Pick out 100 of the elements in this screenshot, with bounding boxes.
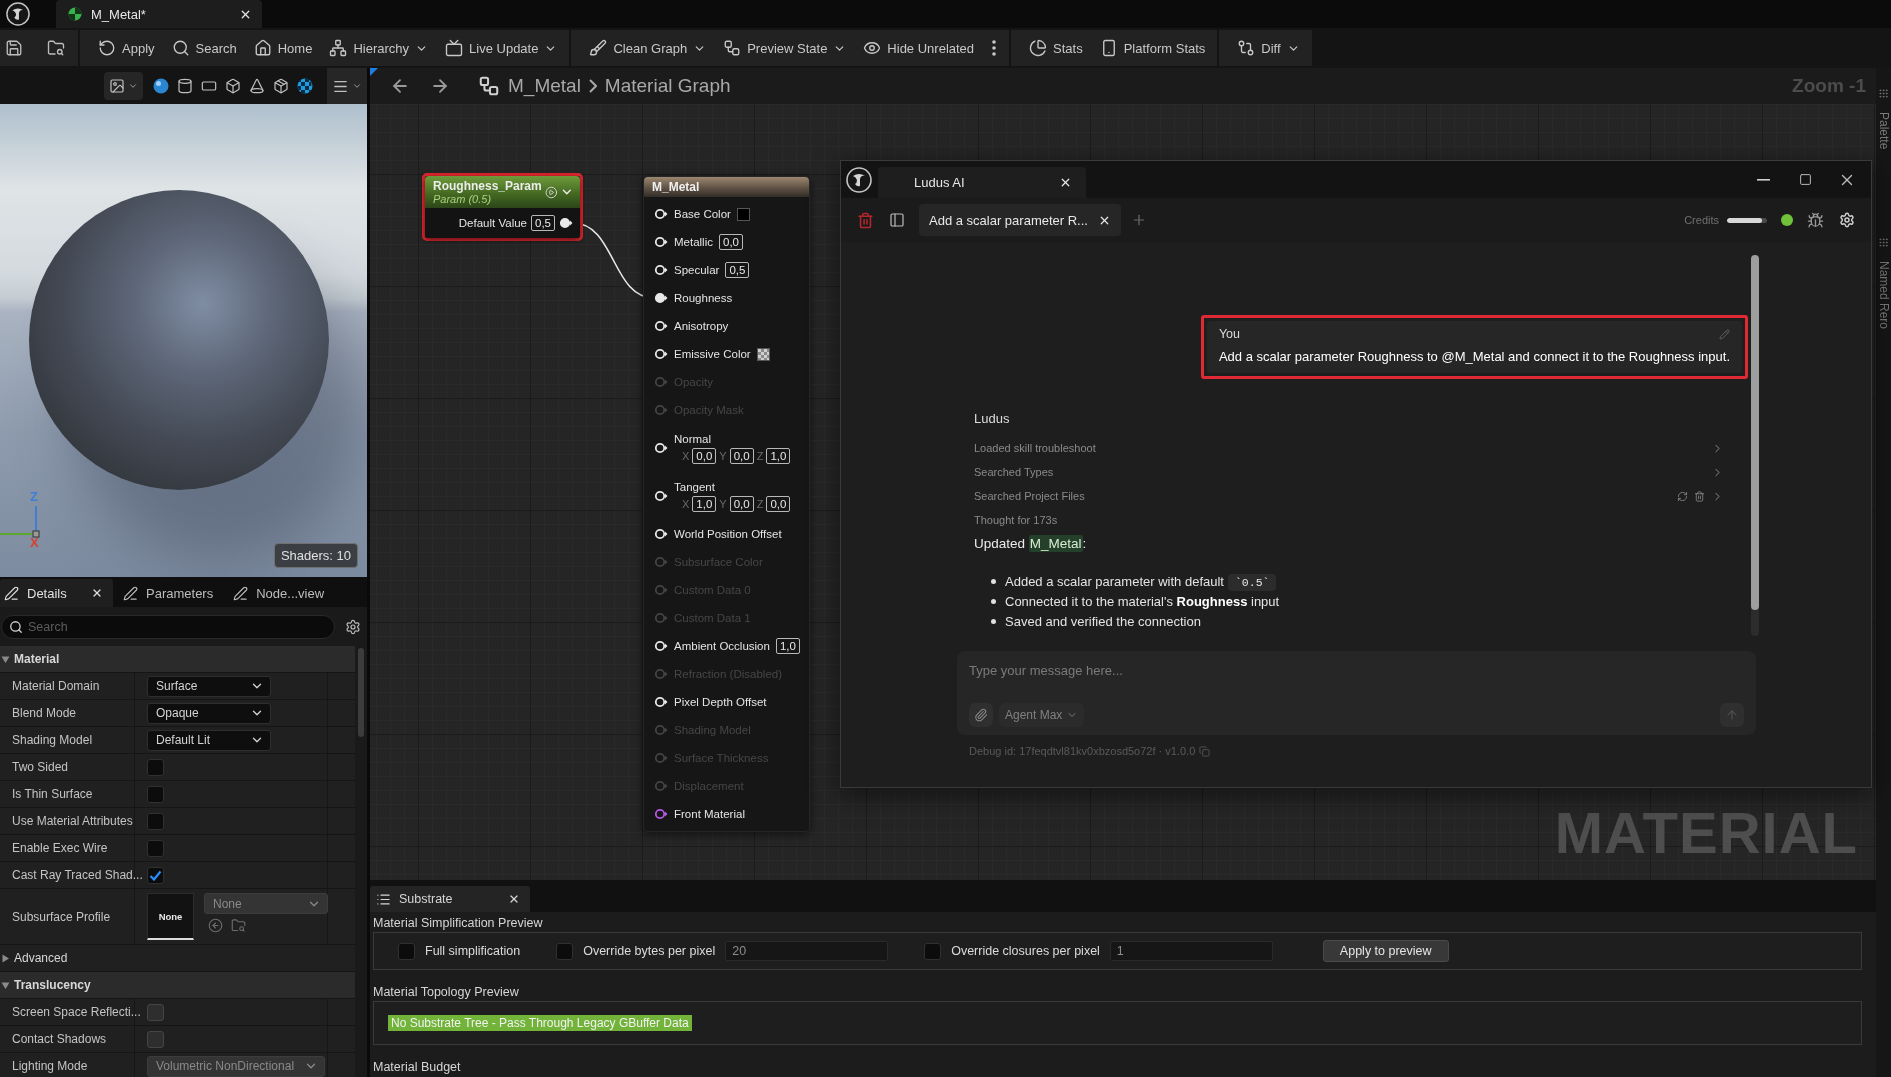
eye-icon: [863, 39, 882, 57]
toolbar-button[interactable]: Hide Unrelated: [859, 33, 979, 63]
pin-icon[interactable]: [654, 208, 668, 220]
axis-label: Y: [719, 449, 727, 462]
pin-icon[interactable]: [654, 490, 668, 502]
pin-label: Roughness: [674, 292, 733, 304]
checkbox[interactable]: [147, 758, 164, 776]
close-icon: [91, 587, 103, 599]
value-field[interactable]: 0,0: [729, 495, 754, 512]
toolbar-button[interactable]: Stats: [1025, 33, 1087, 63]
pin-icon[interactable]: [654, 264, 668, 276]
toolbar-button[interactable]: Home: [249, 33, 317, 63]
panel-tab[interactable]: Parameters: [119, 579, 224, 607]
checkbox[interactable]: [398, 942, 415, 960]
expander-icon[interactable]: [1, 654, 10, 664]
checkbox[interactable]: [147, 866, 164, 884]
number-field[interactable]: 20: [725, 941, 889, 961]
apply-button[interactable]: Apply to preview: [1322, 940, 1449, 962]
value-field[interactable]: 0,0: [692, 447, 717, 464]
pin-icon[interactable]: [654, 292, 668, 304]
breadcrumb-link[interactable]: Material Graph: [604, 75, 731, 97]
caret-icon: [352, 81, 362, 91]
side-tab[interactable]: Palette: [1876, 86, 1891, 158]
hierarchy-icon: [329, 39, 348, 57]
property-label: Lighting Mode: [12, 1059, 88, 1073]
parameter-node[interactable]: Roughness_Param Param (0.5) Default Value 0,5: [425, 176, 580, 238]
pin-icon[interactable]: [559, 217, 573, 229]
attach-button[interactable]: [969, 703, 993, 727]
property-label: Blend Mode: [12, 706, 77, 720]
toolbar-button[interactable]: Search: [167, 33, 241, 63]
message-author: You: [1218, 327, 1240, 341]
message-input[interactable]: Type your message here...: [969, 663, 1744, 678]
value-field[interactable]: 0,0: [729, 447, 754, 464]
number-field[interactable]: 1: [1109, 941, 1273, 961]
pin-label: Front Material: [674, 808, 745, 820]
toolbar-button[interactable]: Live Update: [441, 33, 562, 63]
folder-search-icon: [47, 39, 65, 57]
window-tab[interactable]: Ludus AI: [878, 167, 1086, 198]
section-title: Material Simplification Preview: [373, 915, 544, 932]
toolbar-button[interactable]: Hierarchy: [325, 33, 433, 63]
bullet-icon: [991, 578, 996, 584]
checkbox[interactable]: [556, 942, 574, 960]
checkbox[interactable]: [147, 812, 164, 830]
sphere-icon: [153, 78, 169, 94]
settings-icon: [1839, 212, 1855, 228]
send-icon: [1725, 708, 1739, 722]
value-field[interactable]: 1,0: [766, 447, 791, 464]
value-field[interactable]: 0,5: [725, 262, 750, 278]
value-field[interactable]: 0,0: [766, 495, 791, 512]
credits-label: Credits: [1684, 214, 1719, 226]
option-label: Full simplification: [425, 944, 521, 958]
chat-tab[interactable]: Add a scalar parameter R...: [919, 204, 1121, 236]
color-swatch[interactable]: [756, 347, 770, 361]
grip-icon: [1878, 88, 1889, 99]
panel-tab[interactable]: Details: [0, 579, 113, 607]
pin-icon[interactable]: [654, 348, 668, 360]
dropdown[interactable]: Surface: [147, 675, 271, 697]
value-field[interactable]: 1,0: [775, 638, 800, 654]
panel-tab[interactable]: Node...view: [229, 579, 335, 607]
brush-icon: [589, 39, 608, 57]
pin-icon[interactable]: [654, 640, 668, 652]
property-label: Shading Model: [12, 733, 93, 747]
toolbar-button[interactable]: Apply: [94, 33, 159, 63]
checkbox[interactable]: [147, 839, 164, 857]
pin-icon[interactable]: [654, 320, 668, 332]
nodes-icon: [723, 39, 742, 57]
toolbar-button[interactable]: Preview State: [719, 33, 851, 63]
dropdown[interactable]: Opaque: [147, 702, 271, 724]
breadcrumb-link[interactable]: M_Metal: [508, 75, 581, 97]
asset-link[interactable]: M_Metal: [1028, 535, 1083, 552]
document-tab[interactable]: M_Metal*: [56, 0, 262, 28]
value-field[interactable]: 0,0: [719, 234, 743, 250]
list-icon: [376, 891, 391, 907]
side-tab[interactable]: Named Rero: [1876, 235, 1891, 338]
expander-icon[interactable]: [1, 980, 10, 990]
toolbar-button[interactable]: Platform Stats: [1095, 33, 1210, 63]
search-field[interactable]: Search: [1, 614, 335, 639]
status-dot-icon: [1781, 214, 1793, 226]
pin-icon[interactable]: [654, 442, 668, 454]
color-swatch[interactable]: [736, 207, 750, 221]
view-mode-button[interactable]: [104, 72, 143, 100]
value-field[interactable]: 1,0: [692, 495, 717, 512]
property-label: Enable Exec Wire: [12, 841, 108, 855]
toolbar-button[interactable]: Clean Graph: [585, 33, 711, 63]
cylinder-icon: [177, 78, 193, 94]
pin-icon[interactable]: [654, 696, 668, 708]
material-output-node[interactable]: [643, 176, 810, 832]
section-title: Material Budget: [373, 1059, 462, 1076]
checkbox[interactable]: [924, 942, 942, 960]
summary-text: Updated M_Metal:: [974, 536, 1088, 551]
menu-button[interactable]: [327, 68, 367, 104]
panel-tab[interactable]: Substrate: [370, 886, 530, 912]
dropdown[interactable]: Default Lit: [147, 729, 271, 751]
pin-icon[interactable]: [654, 528, 668, 540]
value-field[interactable]: 0,5: [531, 215, 555, 231]
expander-icon[interactable]: [1, 953, 10, 963]
checkbox[interactable]: [147, 785, 164, 803]
chevron-icon: [588, 79, 597, 93]
agent-selector[interactable]: Agent Max: [999, 703, 1085, 727]
pin-icon[interactable]: [654, 236, 668, 248]
